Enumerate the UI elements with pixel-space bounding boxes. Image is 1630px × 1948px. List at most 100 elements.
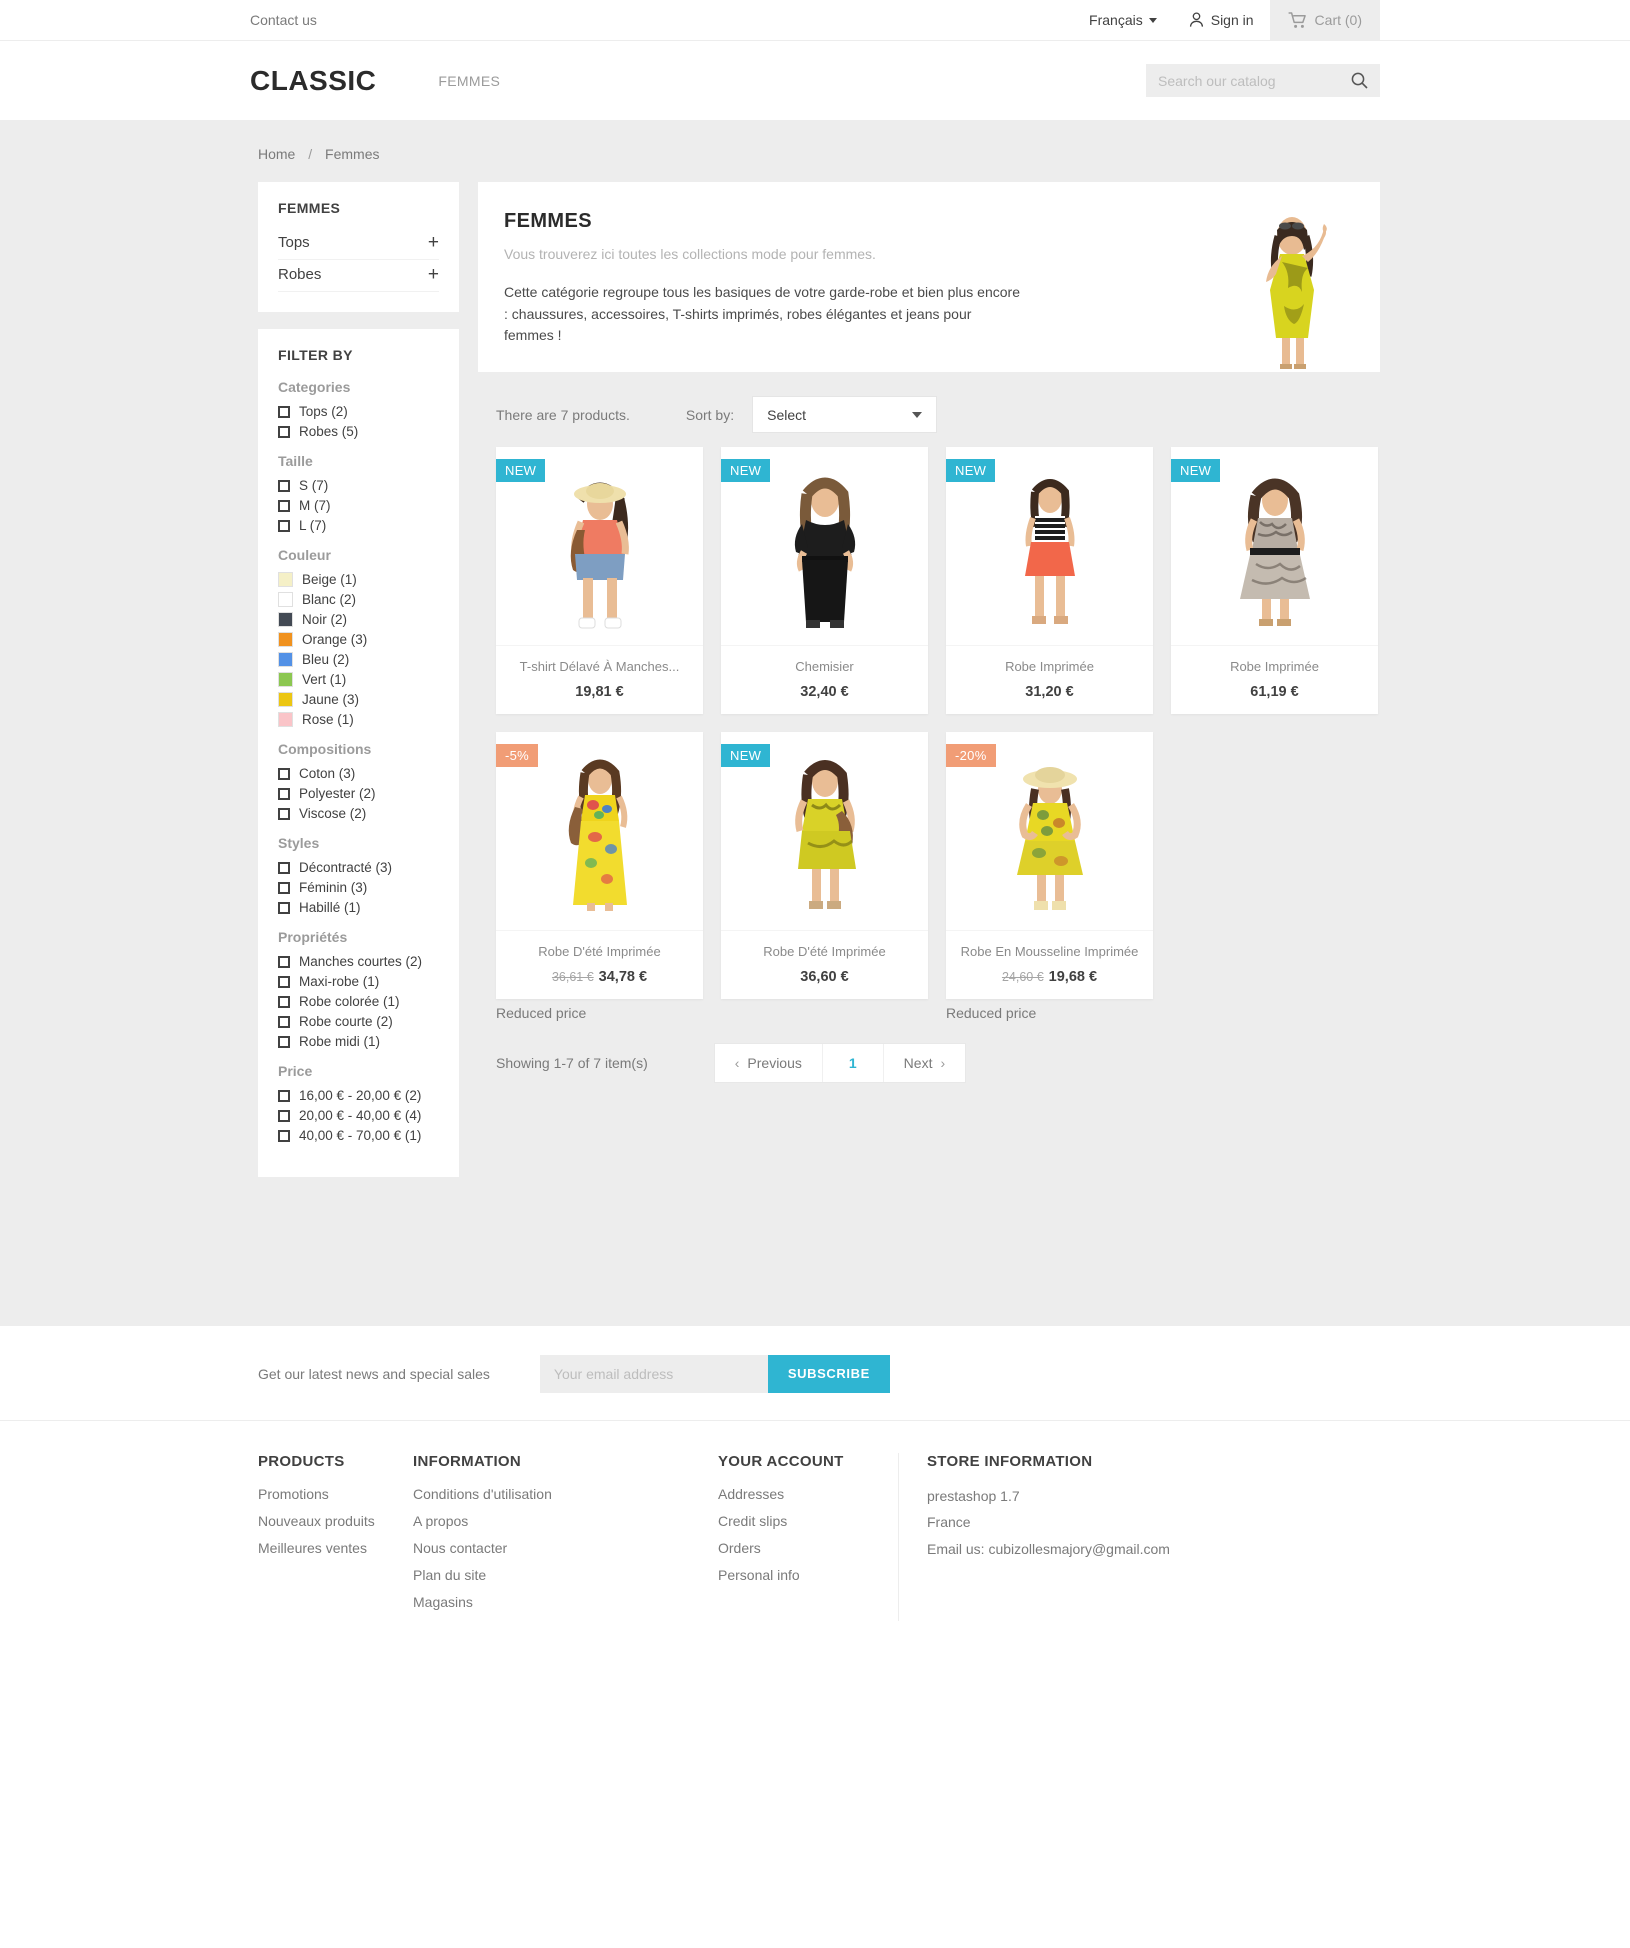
pagination-previous[interactable]: ‹ Previous [715,1044,822,1082]
color-swatch-icon[interactable] [278,632,293,647]
footer-link[interactable]: Meilleures ventes [258,1540,367,1556]
filter-option[interactable]: Robe midi (1) [278,1034,439,1049]
footer-link[interactable]: Orders [718,1540,761,1556]
search-input[interactable] [1158,72,1351,89]
product-name[interactable]: Robe Imprimée [954,659,1145,674]
expand-robes-icon[interactable]: + [428,265,439,284]
checkbox-icon[interactable] [278,767,290,780]
product-name[interactable]: Robe D'été Imprimée [504,944,695,959]
filter-option[interactable]: Viscose (2) [278,806,439,821]
category-link-tops[interactable]: Tops [278,234,310,251]
pagination-next[interactable]: Next › [884,1044,965,1082]
language-selector[interactable]: Français [1073,0,1173,40]
checkbox-icon[interactable] [278,405,290,418]
checkbox-icon[interactable] [278,1035,290,1048]
expand-tops-icon[interactable]: + [428,233,439,252]
color-swatch-icon[interactable] [278,692,293,707]
checkbox-icon[interactable] [278,479,290,492]
newsletter-email-input[interactable] [539,1354,768,1393]
filter-option[interactable]: L (7) [278,518,439,533]
footer-link[interactable]: Credit slips [718,1513,787,1529]
contact-us-link[interactable]: Contact us [250,0,317,40]
product-card[interactable]: NEW Robe D'été Imprimée 36,60 € [721,732,928,999]
filter-option[interactable]: Jaune (3) [278,692,439,707]
filter-option[interactable]: Coton (3) [278,766,439,781]
search-submit-button[interactable] [1351,72,1368,89]
product-card[interactable]: NEW Robe Imprimée 61,19 € [1171,447,1378,714]
checkbox-icon[interactable] [278,901,290,914]
color-swatch-icon[interactable] [278,612,293,627]
color-swatch-icon[interactable] [278,672,293,687]
footer-link[interactable]: A propos [413,1513,468,1529]
checkbox-icon[interactable] [278,861,290,874]
product-card[interactable]: -20% Robe En Mousseline Imprimée 24,60 € 1… [946,732,1153,999]
sign-in-link[interactable]: Sign in [1173,0,1270,40]
filter-option[interactable]: Robe courte (2) [278,1014,439,1029]
filter-option[interactable]: Orange (3) [278,632,439,647]
filter-option[interactable]: Tops (2) [278,404,439,419]
newsletter-subscribe-button[interactable]: Subscribe [767,1354,890,1393]
filter-option[interactable]: Féminin (3) [278,880,439,895]
footer-link[interactable]: Magasins [413,1594,473,1610]
filter-option[interactable]: 16,00 € - 20,00 € (2) [278,1088,439,1103]
checkbox-icon[interactable] [278,787,290,800]
filter-option[interactable]: Maxi-robe (1) [278,974,439,989]
menu-item-femmes[interactable]: FEMMES [438,73,500,89]
checkbox-icon[interactable] [278,995,290,1008]
product-card[interactable]: NEW T-shirt Délavé À Manches... 19,81 € [496,447,703,714]
checkbox-icon[interactable] [278,1109,290,1122]
color-swatch-icon[interactable] [278,572,293,587]
checkbox-icon[interactable] [278,807,290,820]
footer-link[interactable]: Addresses [718,1486,784,1502]
pagination-page-1[interactable]: 1 [821,1044,884,1082]
product-name[interactable]: Robe D'été Imprimée [729,944,920,959]
checkbox-icon[interactable] [278,425,290,438]
filter-option[interactable]: S (7) [278,478,439,493]
checkbox-icon[interactable] [278,1129,290,1142]
filter-option[interactable]: 40,00 € - 70,00 € (1) [278,1128,439,1143]
checkbox-icon[interactable] [278,519,290,532]
footer-link[interactable]: Conditions d'utilisation [413,1486,552,1502]
filter-option[interactable]: 20,00 € - 40,00 € (4) [278,1108,439,1123]
filter-option[interactable]: Beige (1) [278,572,439,587]
filter-option[interactable]: Robes (5) [278,424,439,439]
filter-option[interactable]: Rose (1) [278,712,439,727]
filter-option[interactable]: Polyester (2) [278,786,439,801]
checkbox-icon[interactable] [278,881,290,894]
product-card[interactable]: NEW Chemisier 32,40 € [721,447,928,714]
color-swatch-icon[interactable] [278,652,293,667]
footer-link[interactable]: Promotions [258,1486,329,1502]
product-name[interactable]: T-shirt Délavé À Manches... [504,659,695,674]
product-card[interactable]: -5% Robe D'été Imprimée 36,61 € 34,78 € [496,732,703,999]
footer-link[interactable]: Plan du site [413,1567,486,1583]
checkbox-icon[interactable] [278,975,290,988]
product-name[interactable]: Robe Imprimée [1179,659,1370,674]
product-name[interactable]: Chemisier [729,659,920,674]
filter-option[interactable]: Habillé (1) [278,900,439,915]
filter-option[interactable]: Robe colorée (1) [278,994,439,1009]
color-swatch-icon[interactable] [278,712,293,727]
color-swatch-icon[interactable] [278,592,293,607]
checkbox-icon[interactable] [278,955,290,968]
breadcrumb-home[interactable]: Home [258,146,295,162]
footer-link[interactable]: Nous contacter [413,1540,507,1556]
filter-option[interactable]: Blanc (2) [278,592,439,607]
site-logo[interactable]: CLASSIC [250,66,376,95]
filter-option-label: Blanc (2) [302,592,357,607]
footer-link[interactable]: Nouveaux produits [258,1513,375,1529]
footer-link[interactable]: Personal info [718,1567,800,1583]
filter-option[interactable]: Noir (2) [278,612,439,627]
filter-option[interactable]: Manches courtes (2) [278,954,439,969]
product-name[interactable]: Robe En Mousseline Imprimée [954,944,1145,959]
filter-option[interactable]: M (7) [278,498,439,513]
checkbox-icon[interactable] [278,1089,290,1102]
checkbox-icon[interactable] [278,1015,290,1028]
filter-option[interactable]: Vert (1) [278,672,439,687]
product-card[interactable]: NEW Robe Imprimée 31,20 € [946,447,1153,714]
filter-option[interactable]: Bleu (2) [278,652,439,667]
checkbox-icon[interactable] [278,499,290,512]
cart-button[interactable]: Cart (0) [1269,0,1380,40]
sort-by-select[interactable]: Select [752,396,938,433]
filter-option[interactable]: Décontracté (3) [278,860,439,875]
category-link-robes[interactable]: Robes [278,266,321,283]
